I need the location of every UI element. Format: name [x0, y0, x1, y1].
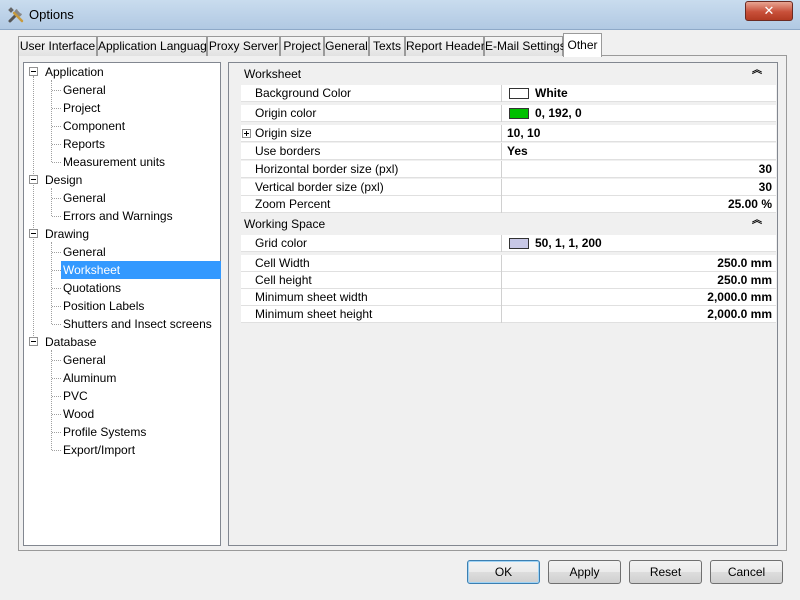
category-worksheet[interactable]: Worksheet ︽ — [230, 64, 776, 84]
window-title: Options — [29, 7, 74, 22]
property-row[interactable]: Zoom Percent 25.00 % — [241, 196, 776, 213]
tree-item-shutters-and-insect-screens[interactable]: Shutters and Insect screens — [61, 315, 214, 333]
tree-branch-line — [51, 80, 52, 162]
collapse-up-icon[interactable]: ︽ — [752, 66, 762, 76]
property-row[interactable]: Cell Width 250.0 mm — [241, 255, 776, 272]
property-name: Minimum sheet height — [241, 306, 502, 323]
tree-item-general[interactable]: General — [61, 243, 108, 261]
property-name: Minimum sheet width — [241, 289, 502, 306]
reset-button[interactable]: Reset — [629, 560, 702, 584]
tree-item-export-import[interactable]: Export/Import — [61, 441, 137, 459]
tree-item-general[interactable]: General — [61, 81, 108, 99]
tab-email-settings[interactable]: E-Mail Settings — [484, 36, 566, 56]
property-grid[interactable]: Worksheet ︽ Background Color White Origi… — [228, 62, 778, 546]
property-name: Cell Width — [241, 255, 502, 272]
property-row[interactable]: Vertical border size (pxl) 30 — [241, 179, 776, 196]
property-value[interactable]: Yes — [503, 143, 776, 160]
tree-item-profile-systems[interactable]: Profile Systems — [61, 423, 148, 441]
tree-item-errors-and-warnings[interactable]: Errors and Warnings — [61, 207, 175, 225]
tab-texts[interactable]: Texts — [369, 36, 405, 56]
property-name: Origin color — [241, 105, 502, 122]
tree-item-general[interactable]: General — [61, 351, 108, 369]
close-button[interactable]: ✕ — [745, 1, 793, 21]
property-row[interactable]: Origin size 10, 10 — [241, 125, 776, 142]
property-value[interactable]: 25.00 % — [503, 196, 776, 213]
tab-proxy-server[interactable]: Proxy Server — [207, 36, 280, 56]
tree-item-position-labels[interactable]: Position Labels — [61, 297, 146, 315]
color-swatch — [509, 88, 529, 99]
property-name: Horizontal border size (pxl) — [241, 161, 502, 178]
property-name: Grid color — [241, 235, 502, 252]
title-bar[interactable]: Options ✕ — [0, 0, 800, 30]
property-name: Vertical border size (pxl) — [241, 179, 502, 196]
property-name: Use borders — [241, 143, 502, 160]
tree-item-general[interactable]: General — [61, 189, 108, 207]
category-label: Working Space — [244, 217, 326, 231]
tree-node-database[interactable]: Database — [43, 333, 98, 351]
property-row[interactable]: Minimum sheet height 2,000.0 mm — [241, 306, 776, 323]
tab-report-header[interactable]: Report Header — [405, 36, 485, 56]
property-row[interactable]: Use borders Yes — [241, 143, 776, 160]
property-row[interactable]: Cell height 250.0 mm — [241, 272, 776, 289]
property-name: Cell height — [241, 272, 502, 289]
ok-button[interactable]: OK — [467, 560, 540, 584]
property-value[interactable]: 250.0 mm — [503, 255, 776, 272]
property-name: Origin size — [241, 125, 502, 142]
tab-general[interactable]: General — [324, 36, 369, 56]
category-working-space[interactable]: Working Space ︽ — [230, 214, 776, 234]
tree-item-worksheet[interactable]: Worksheet — [61, 261, 221, 279]
tab-project[interactable]: Project — [280, 36, 324, 56]
property-value[interactable]: 30 — [503, 161, 776, 178]
tree-item-aluminum[interactable]: Aluminum — [61, 369, 118, 387]
property-value[interactable]: 250.0 mm — [503, 272, 776, 289]
apply-button[interactable]: Apply — [548, 560, 621, 584]
tree-item-project[interactable]: Project — [61, 99, 102, 117]
tree-item-reports[interactable]: Reports — [61, 135, 107, 153]
property-row[interactable]: Background Color White — [241, 85, 776, 102]
property-name: Zoom Percent — [241, 196, 502, 213]
tree-branch-line — [51, 188, 52, 216]
property-row[interactable]: Grid color 50, 1, 1, 200 — [241, 235, 776, 252]
category-label: Worksheet — [244, 67, 302, 81]
tree-branch-line — [51, 242, 52, 324]
property-value[interactable]: 0, 192, 0 — [503, 105, 776, 122]
tree-node-application[interactable]: Application — [43, 63, 106, 81]
tree-node-design[interactable]: Design — [43, 171, 84, 189]
tree-item-pvc[interactable]: PVC — [61, 387, 90, 405]
close-icon: ✕ — [763, 3, 775, 18]
property-value[interactable]: 10, 10 — [503, 125, 776, 142]
collapse-icon[interactable] — [29, 67, 38, 76]
collapse-icon[interactable] — [29, 229, 38, 238]
tree-root-line — [33, 76, 34, 346]
property-value[interactable]: 30 — [503, 179, 776, 196]
property-row[interactable]: Horizontal border size (pxl) 30 — [241, 161, 776, 178]
property-row[interactable]: Origin color 0, 192, 0 — [241, 105, 776, 122]
tree-branch-line — [51, 350, 52, 450]
tree-node-drawing[interactable]: Drawing — [43, 225, 91, 243]
tree-item-measurement-units[interactable]: Measurement units — [61, 153, 167, 171]
color-swatch — [509, 238, 529, 249]
cancel-button[interactable]: Cancel — [710, 560, 783, 584]
tools-icon — [8, 7, 24, 23]
tree-item-quotations[interactable]: Quotations — [61, 279, 123, 297]
property-value[interactable]: 50, 1, 1, 200 — [503, 235, 776, 252]
collapse-icon[interactable] — [29, 175, 38, 184]
property-row[interactable]: Minimum sheet width 2,000.0 mm — [241, 289, 776, 306]
options-tree[interactable]: Application General Project Component Re… — [23, 62, 221, 546]
tab-application-language[interactable]: Application Language — [97, 36, 213, 56]
collapse-up-icon[interactable]: ︽ — [752, 216, 762, 226]
property-value[interactable]: White — [503, 85, 776, 102]
tab-other[interactable]: Other — [563, 33, 602, 57]
property-value[interactable]: 2,000.0 mm — [503, 306, 776, 323]
tab-user-interface[interactable]: User Interface — [18, 36, 97, 56]
property-name: Background Color — [241, 85, 502, 102]
color-swatch — [509, 108, 529, 119]
tree-item-component[interactable]: Component — [61, 117, 127, 135]
property-value[interactable]: 2,000.0 mm — [503, 289, 776, 306]
collapse-icon[interactable] — [29, 337, 38, 346]
tree-item-wood[interactable]: Wood — [61, 405, 96, 423]
